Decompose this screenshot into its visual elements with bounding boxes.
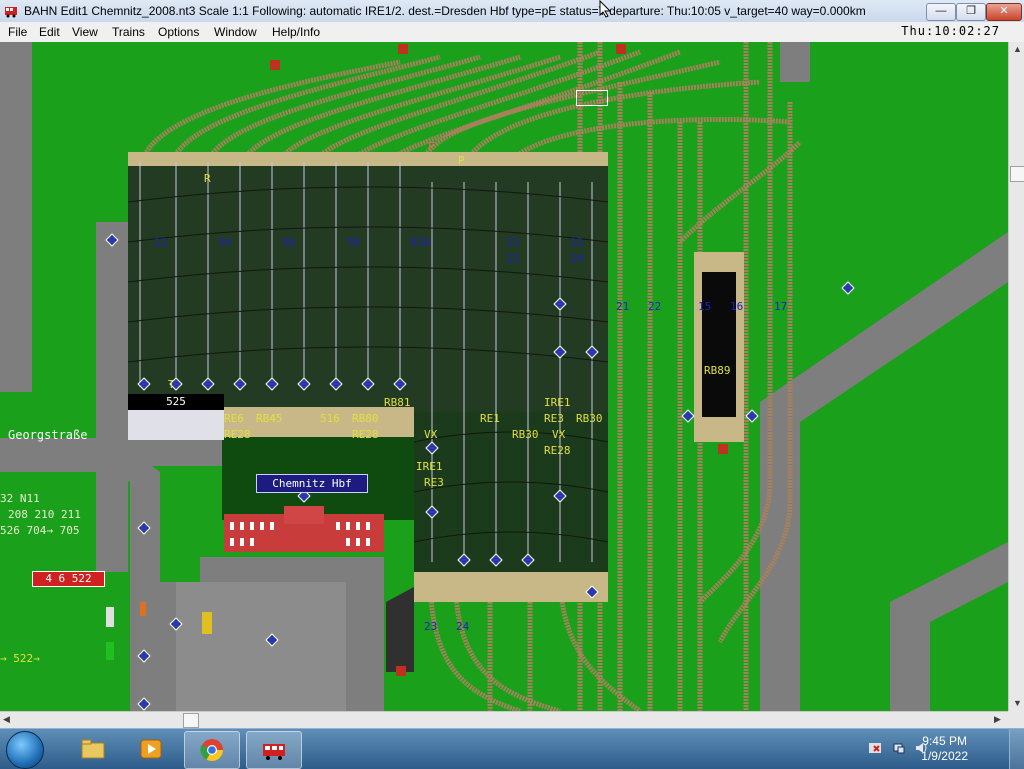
network-icon[interactable] <box>892 741 906 755</box>
train-label-line2: RE28 <box>544 444 571 457</box>
menu-options[interactable]: Options <box>158 25 199 39</box>
platform-number: 56 <box>282 236 296 249</box>
platform-number: 78 <box>346 236 360 249</box>
tray-time: 9:45 PM <box>922 734 967 748</box>
horizontal-scroll-thumb[interactable] <box>183 713 199 728</box>
bahn-app-icon <box>5 7 17 18</box>
scrollbar-corner <box>1008 711 1024 728</box>
menu-bar: File Edit View Trains Options Window Hel… <box>0 22 1024 43</box>
simulation-clock: Thu:10:02:27 <box>901 24 1000 38</box>
selection-rectangle <box>576 90 608 106</box>
mouse-cursor-icon <box>599 0 611 18</box>
title-bar: BAHN Edit1 Chemnitz_2008.nt3 Scale 1:1 F… <box>0 0 1024 23</box>
maximize-button[interactable]: ❐ <box>956 3 986 21</box>
train-label[interactable]: IRE1 <box>416 460 443 473</box>
train-label[interactable]: IRE1 <box>544 396 571 409</box>
taskbar-media-player[interactable] <box>124 731 178 767</box>
platform-clock: 525 <box>128 394 224 410</box>
train-label[interactable]: RB80 <box>352 412 379 425</box>
menu-edit[interactable]: Edit <box>39 25 60 39</box>
platform-number: 22 <box>648 300 662 313</box>
platform-number: 12 <box>506 252 520 265</box>
scroll-right-arrow[interactable]: ▶ <box>994 714 1001 725</box>
menu-file[interactable]: File <box>8 25 27 39</box>
train-label[interactable]: RB45 <box>256 412 283 425</box>
bus-line-label-3: 526 704→ 705 <box>0 524 80 537</box>
platform-number: 34 <box>218 236 232 249</box>
stop-sign-label: 4 6 522 <box>32 571 105 587</box>
scroll-left-arrow[interactable]: ◀ <box>3 714 10 725</box>
train-label[interactable]: RB89 <box>704 364 731 377</box>
platform-number: 12 <box>154 236 168 249</box>
tray-date: 1/9/2022 <box>921 749 968 763</box>
train-label[interactable]: RB30 <box>576 412 603 425</box>
media-player-icon <box>140 739 162 759</box>
train-label[interactable]: RB30 <box>512 428 539 441</box>
platform-number: 13 <box>570 236 584 249</box>
map-graphics <box>0 42 1008 711</box>
scroll-down-arrow[interactable]: ▼ <box>1013 698 1022 708</box>
train-label[interactable]: 516 <box>320 412 340 425</box>
train-icon <box>263 744 285 760</box>
tray-clock[interactable]: 9:45 PM 1/9/2022 <box>921 734 968 764</box>
train-label-line2: RE3 <box>544 412 564 425</box>
railway-map[interactable]: 525 Chemnitz Hbf Georgstraße 4 6 522 32 … <box>0 42 1008 711</box>
train-label[interactable]: VX <box>424 428 437 441</box>
platform-number: 17 <box>774 300 788 313</box>
platform-number: 23 <box>424 620 438 633</box>
street-label: Georgstraße <box>8 428 88 442</box>
menu-window[interactable]: Window <box>214 25 257 39</box>
bus-line-label-2: 208 210 211 <box>8 508 81 521</box>
horizontal-scrollbar[interactable]: ◀ ▶ <box>0 711 1008 728</box>
menu-view[interactable]: View <box>72 25 98 39</box>
vertical-scroll-thumb[interactable] <box>1010 166 1024 182</box>
train-label[interactable]: RB81 <box>384 396 411 409</box>
platform-number: 11 <box>506 236 520 249</box>
window-title: BAHN Edit1 Chemnitz_2008.nt3 Scale 1:1 F… <box>24 4 866 18</box>
platform-number: 14 <box>570 252 584 265</box>
signal-marker[interactable]: R <box>204 172 211 185</box>
start-button[interactable] <box>6 731 44 769</box>
station-name-label[interactable]: Chemnitz Hbf <box>256 474 368 493</box>
close-button[interactable]: ✕ <box>986 3 1022 21</box>
train-label[interactable]: RE1 <box>480 412 500 425</box>
show-desktop-button[interactable] <box>1009 729 1024 769</box>
minimize-button[interactable]: — <box>926 3 956 21</box>
signal-marker[interactable]: P <box>458 154 465 167</box>
action-center-icon[interactable] <box>868 741 882 755</box>
signal-marker[interactable]: F <box>428 140 435 153</box>
train-label-line2: RE28 <box>352 428 379 441</box>
chrome-icon <box>200 739 223 761</box>
train-label[interactable]: VX <box>552 428 565 441</box>
platform-number: 24 <box>456 620 470 633</box>
menu-help-info[interactable]: Help/Info <box>272 25 320 39</box>
taskbar-explorer[interactable] <box>66 731 120 767</box>
taskbar-bahn[interactable] <box>246 731 302 769</box>
platform-hall <box>127 152 609 572</box>
bus-line-label-1: 32 N11 <box>0 492 40 505</box>
train-label-line2: RE3 <box>424 476 444 489</box>
platform-number: 15 <box>698 300 712 313</box>
platform-number: 16 <box>730 300 744 313</box>
signal-marker[interactable]: T <box>168 378 175 391</box>
folder-icon <box>81 739 105 759</box>
scroll-up-arrow[interactable]: ▲ <box>1013 44 1022 54</box>
train-label[interactable]: RE6 <box>224 412 244 425</box>
platform-number: 21 <box>616 300 630 313</box>
taskbar: 9:45 PM 1/9/2022 <box>0 728 1024 769</box>
vertical-scrollbar[interactable]: ▲ ▼ <box>1008 42 1024 711</box>
platform-number: 910 <box>410 236 430 249</box>
menu-trains[interactable]: Trains <box>112 25 145 39</box>
taskbar-chrome[interactable] <box>184 731 240 769</box>
bus-line-label-4: → 522→ <box>0 652 40 665</box>
train-label-line2: RE28 <box>224 428 251 441</box>
